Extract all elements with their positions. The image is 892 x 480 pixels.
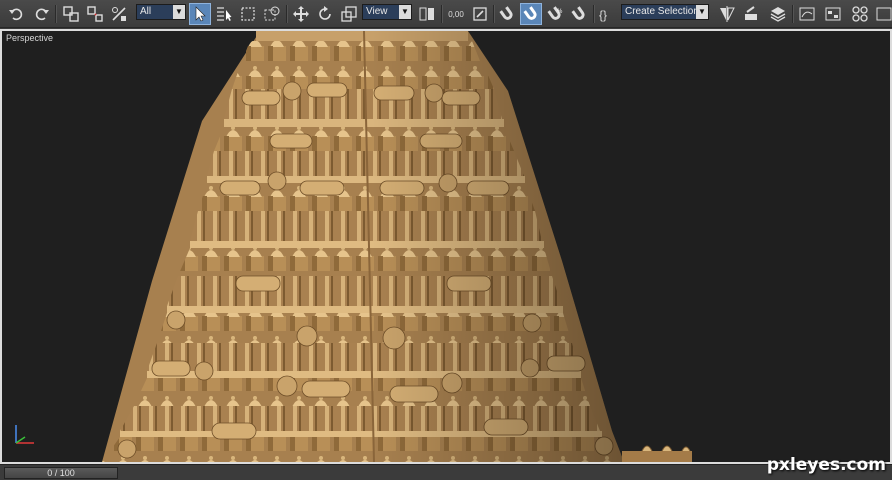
use-pivot-point-center-button[interactable]: [416, 3, 438, 25]
angle-snap-toggle-button[interactable]: [520, 3, 542, 25]
render-setup-icon: [876, 7, 892, 21]
pivot-center-icon: [419, 7, 434, 21]
reference-coordinate-value: View: [366, 6, 388, 17]
select-and-scale-button[interactable]: [338, 3, 360, 25]
perspective-viewport[interactable]: Perspective: [0, 29, 892, 464]
window-crossing-icon: [264, 6, 280, 21]
percent-snap-icon: %: [547, 6, 563, 20]
selection-filter-dropdown[interactable]: All ▼: [136, 4, 186, 20]
layer-manager-button[interactable]: [767, 3, 789, 25]
named-selection-sets-dropdown[interactable]: Create Selection Set ▼: [621, 4, 709, 20]
cursor-arrow-icon: [195, 6, 206, 22]
scale-icon: [341, 6, 357, 22]
rotate-icon: [319, 6, 331, 20]
select-and-link-button[interactable]: [60, 3, 82, 25]
window-crossing-button[interactable]: [261, 3, 283, 25]
curve-editor-icon: [799, 7, 815, 21]
redo-icon: [35, 8, 49, 21]
align-icon: [745, 6, 757, 20]
svg-text:%: %: [557, 9, 563, 15]
time-slider-track: 0 / 100: [0, 464, 892, 480]
svg-text:{}: {}: [599, 8, 607, 22]
material-editor-button[interactable]: [849, 3, 871, 25]
select-object-button[interactable]: [189, 3, 211, 25]
mirror-button[interactable]: [716, 3, 738, 25]
rectangle-select-icon: [241, 7, 255, 21]
edit-named-selection-button[interactable]: [469, 3, 491, 25]
selection-filter-value: All: [140, 6, 152, 17]
axis-gizmo: [15, 425, 34, 444]
chevron-down-icon: ▼: [173, 5, 185, 19]
unlink-icon: [87, 6, 103, 22]
snaps-toggle-button[interactable]: [496, 3, 518, 25]
select-by-name-icon: [217, 7, 232, 21]
select-and-rotate-button[interactable]: [314, 3, 336, 25]
spinner-snap-value: 0,00: [448, 9, 464, 19]
viewport-label: Perspective: [6, 33, 54, 43]
edit-named-selection-icon: [473, 7, 487, 21]
spinner-snap-toggle[interactable]: 0,00: [444, 3, 468, 25]
curve-editor-button[interactable]: [796, 3, 818, 25]
main-toolbar: All ▼ View ▼ 0,00 % {} Create Selection …: [0, 0, 892, 28]
redo-button[interactable]: [31, 3, 53, 25]
link-icon: [63, 6, 79, 22]
bind-space-warp-button[interactable]: [108, 3, 130, 25]
watermark: pxleyes.com: [766, 455, 886, 475]
percent-snap-toggle-button[interactable]: %: [544, 3, 566, 25]
mirror-icon: [720, 6, 735, 22]
spinner-magnet-icon: [571, 6, 585, 20]
select-and-move-button[interactable]: [290, 3, 312, 25]
chevron-down-icon: ▼: [399, 5, 411, 19]
schematic-view-icon: [825, 7, 841, 21]
spinner-snap-toggle-button[interactable]: [568, 3, 590, 25]
select-by-name-button[interactable]: [213, 3, 235, 25]
edit-named-sets-button[interactable]: {}: [596, 3, 618, 25]
schematic-view-button[interactable]: [822, 3, 844, 25]
align-button[interactable]: [740, 3, 762, 25]
material-editor-icon: [852, 6, 868, 22]
angle-snap-icon: [523, 6, 537, 20]
rectangular-selection-region-button[interactable]: [237, 3, 259, 25]
render-setup-button[interactable]: [873, 3, 892, 25]
chevron-down-icon: ▼: [696, 5, 708, 19]
undo-icon: [9, 8, 23, 21]
move-icon: [293, 6, 309, 22]
temple-gopuram-model: [15, 31, 692, 462]
undo-button[interactable]: [5, 3, 27, 25]
layers-icon: [770, 7, 786, 22]
unlink-selection-button[interactable]: [84, 3, 106, 25]
magnet-icon: [499, 6, 513, 20]
time-slider[interactable]: 0 / 100: [4, 467, 118, 479]
bind-icon: [112, 7, 126, 21]
reference-coordinate-dropdown[interactable]: View ▼: [362, 4, 412, 20]
frame-counter: 0 / 100: [47, 468, 75, 478]
curly-braces-icon: {}: [599, 8, 607, 22]
